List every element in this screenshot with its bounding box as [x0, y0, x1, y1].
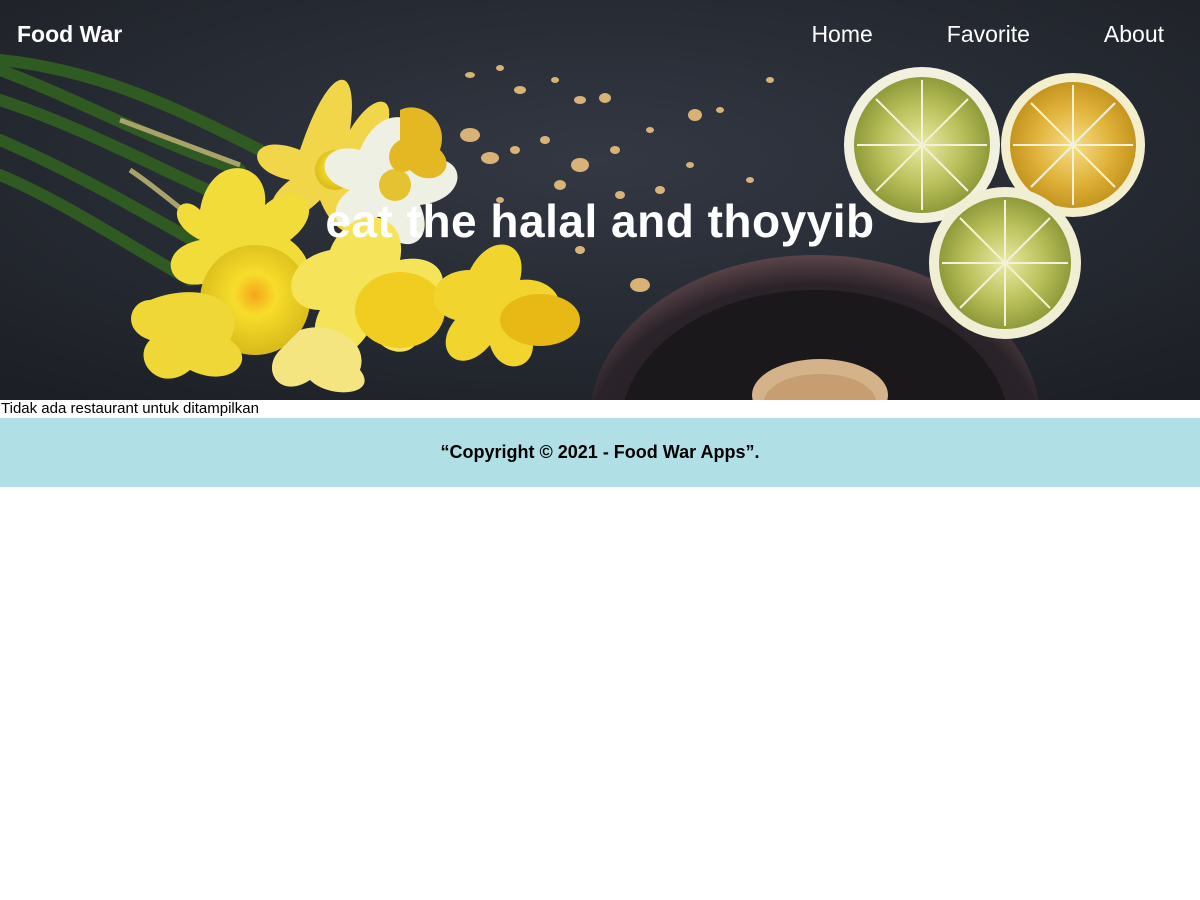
copyright-text: “Copyright © 2021 - Food War Apps”. — [440, 442, 760, 462]
hero-tagline: eat the halal and thoyyib — [325, 195, 875, 247]
footer: “Copyright © 2021 - Food War Apps”. — [0, 418, 1200, 487]
hero-banner: Food War Home Favorite About eat the hal… — [0, 0, 1200, 400]
nav-link-home[interactable]: Home — [774, 0, 909, 68]
nav-link-about[interactable]: About — [1067, 0, 1200, 68]
nav-menu: Home Favorite About — [774, 0, 1200, 68]
restaurant-list: Tidak ada restaurant untuk ditampilkan — [0, 400, 1200, 418]
nav-item-favorite: Favorite — [910, 0, 1067, 68]
nav-item-home: Home — [774, 0, 909, 68]
empty-state-message: Tidak ada restaurant untuk ditampilkan — [1, 400, 259, 417]
brand-logo-link[interactable]: Food War — [17, 20, 122, 48]
nav-link-favorite[interactable]: Favorite — [910, 0, 1067, 68]
navbar: Food War Home Favorite About — [0, 0, 1200, 68]
nav-item-about: About — [1067, 0, 1200, 68]
